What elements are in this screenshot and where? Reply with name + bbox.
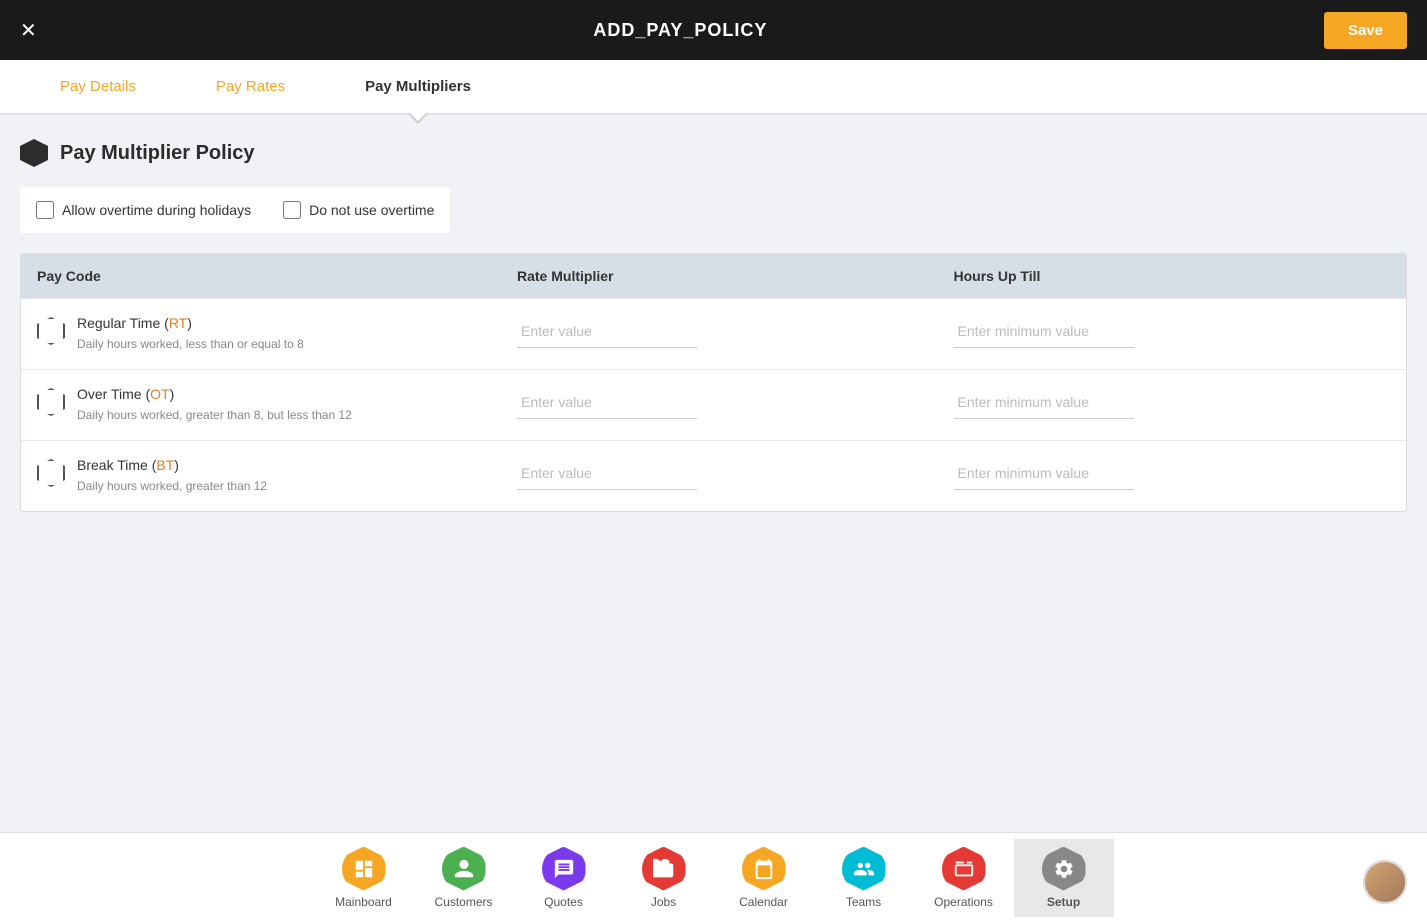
pay-code-name-ot: Over Time (OT) bbox=[77, 386, 352, 402]
tabs-container: Pay Details Pay Rates Pay Multipliers bbox=[0, 60, 1427, 115]
pay-code-badge-ot: OT bbox=[150, 386, 169, 402]
rate-multiplier-input-rt[interactable] bbox=[517, 315, 697, 348]
hours-up-till-input-ot[interactable] bbox=[954, 386, 1134, 419]
pay-code-desc-bt: Daily hours worked, greater than 12 bbox=[77, 477, 267, 495]
allow-overtime-checkbox-item: Allow overtime during holidays bbox=[20, 187, 267, 233]
section-header: Pay Multiplier Policy bbox=[20, 139, 1407, 167]
nav-item-customers[interactable]: Customers bbox=[414, 839, 514, 917]
hours-up-till-cell-rt bbox=[954, 315, 1391, 348]
section-icon bbox=[20, 139, 48, 167]
hours-up-till-cell-ot bbox=[954, 386, 1391, 419]
user-avatar[interactable] bbox=[1363, 860, 1407, 904]
hours-up-till-input-bt[interactable] bbox=[954, 457, 1134, 490]
nav-item-teams[interactable]: Teams bbox=[814, 839, 914, 917]
pay-code-hex-icon-rt bbox=[37, 317, 65, 345]
nav-label-operations: Operations bbox=[934, 895, 993, 909]
nav-label-calendar: Calendar bbox=[739, 895, 788, 909]
table-row: Over Time (OT) Daily hours worked, great… bbox=[21, 369, 1406, 440]
pay-code-name-rt: Regular Time (RT) bbox=[77, 315, 304, 331]
hours-up-till-cell-bt bbox=[954, 457, 1391, 490]
nav-item-operations[interactable]: Operations bbox=[914, 839, 1014, 917]
setup-icon bbox=[1042, 847, 1086, 891]
customers-icon bbox=[442, 847, 486, 891]
operations-icon bbox=[942, 847, 986, 891]
nav-label-setup: Setup bbox=[1047, 895, 1080, 909]
nav-label-jobs: Jobs bbox=[651, 895, 676, 909]
nav-label-teams: Teams bbox=[846, 895, 881, 909]
quotes-icon bbox=[542, 847, 586, 891]
pay-code-desc-ot: Daily hours worked, greater than 8, but … bbox=[77, 406, 352, 424]
no-overtime-checkbox[interactable] bbox=[283, 201, 301, 219]
pay-code-cell-ot: Over Time (OT) Daily hours worked, great… bbox=[37, 386, 517, 424]
pay-code-cell-bt: Break Time (BT) Daily hours worked, grea… bbox=[37, 457, 517, 495]
nav-item-jobs[interactable]: Jobs bbox=[614, 839, 714, 917]
main-content: Pay Multiplier Policy Allow overtime dur… bbox=[0, 115, 1427, 536]
tab-pay-details[interactable]: Pay Details bbox=[20, 60, 176, 113]
rate-multiplier-input-bt[interactable] bbox=[517, 457, 697, 490]
tab-pay-rates[interactable]: Pay Rates bbox=[176, 60, 325, 113]
nav-label-quotes: Quotes bbox=[544, 895, 583, 909]
nav-label-mainboard: Mainboard bbox=[335, 895, 392, 909]
rate-multiplier-input-ot[interactable] bbox=[517, 386, 697, 419]
col-header-hours-up-till: Hours Up Till bbox=[954, 268, 1391, 284]
page-title: ADD_PAY_POLICY bbox=[593, 20, 767, 41]
close-button[interactable]: ✕ bbox=[20, 18, 37, 43]
pay-code-name-bt: Break Time (BT) bbox=[77, 457, 267, 473]
pay-multiplier-table: Pay Code Rate Multiplier Hours Up Till R… bbox=[20, 253, 1407, 512]
calendar-icon bbox=[742, 847, 786, 891]
col-header-pay-code: Pay Code bbox=[37, 268, 517, 284]
table-row: Regular Time (RT) Daily hours worked, le… bbox=[21, 298, 1406, 369]
rate-multiplier-cell-rt bbox=[517, 315, 954, 348]
table-row: Break Time (BT) Daily hours worked, grea… bbox=[21, 440, 1406, 511]
table-header: Pay Code Rate Multiplier Hours Up Till bbox=[21, 254, 1406, 298]
jobs-icon bbox=[642, 847, 686, 891]
pay-code-cell-rt: Regular Time (RT) Daily hours worked, le… bbox=[37, 315, 517, 353]
mainboard-icon bbox=[342, 847, 386, 891]
nav-label-customers: Customers bbox=[434, 895, 492, 909]
nav-item-calendar[interactable]: Calendar bbox=[714, 839, 814, 917]
rate-multiplier-cell-ot bbox=[517, 386, 954, 419]
nav-item-setup[interactable]: Setup bbox=[1014, 839, 1114, 917]
no-overtime-checkbox-item: Do not use overtime bbox=[267, 187, 450, 233]
bottom-navigation: Mainboard Customers Quotes Jobs Calendar… bbox=[0, 832, 1427, 922]
header: ✕ ADD_PAY_POLICY Save bbox=[0, 0, 1427, 60]
teams-icon bbox=[842, 847, 886, 891]
no-overtime-label: Do not use overtime bbox=[309, 202, 434, 218]
nav-item-quotes[interactable]: Quotes bbox=[514, 839, 614, 917]
tab-pay-multipliers[interactable]: Pay Multipliers bbox=[325, 60, 511, 113]
allow-overtime-label: Allow overtime during holidays bbox=[62, 202, 251, 218]
hours-up-till-input-rt[interactable] bbox=[954, 315, 1134, 348]
allow-overtime-checkbox[interactable] bbox=[36, 201, 54, 219]
pay-code-badge-rt: RT bbox=[169, 315, 187, 331]
nav-item-mainboard[interactable]: Mainboard bbox=[314, 839, 414, 917]
pay-code-hex-icon-ot bbox=[37, 388, 65, 416]
save-button[interactable]: Save bbox=[1324, 12, 1407, 49]
section-title: Pay Multiplier Policy bbox=[60, 142, 255, 165]
pay-code-badge-bt: BT bbox=[156, 457, 174, 473]
checkboxes-row: Allow overtime during holidays Do not us… bbox=[20, 187, 1407, 233]
pay-code-desc-rt: Daily hours worked, less than or equal t… bbox=[77, 335, 304, 353]
col-header-rate-multiplier: Rate Multiplier bbox=[517, 268, 954, 284]
pay-code-hex-icon-bt bbox=[37, 459, 65, 487]
rate-multiplier-cell-bt bbox=[517, 457, 954, 490]
